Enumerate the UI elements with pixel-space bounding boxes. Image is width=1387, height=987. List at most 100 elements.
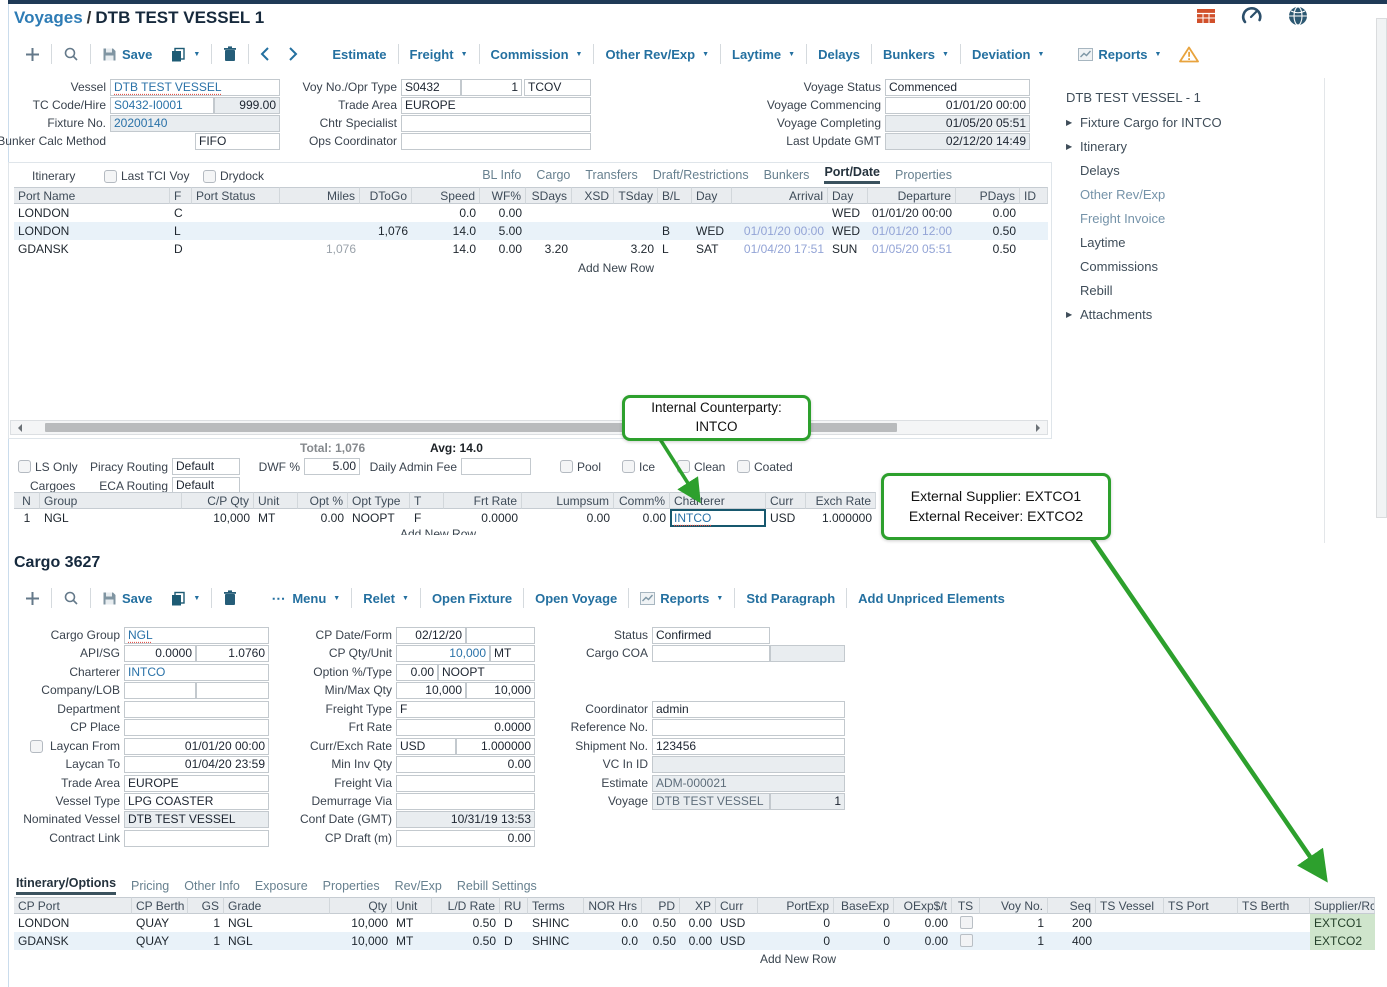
grid-cell-baseexp[interactable]: 0 xyxy=(834,932,894,950)
grid-cell-l-d-rate[interactable]: 0.50 xyxy=(432,932,500,950)
ts-checkbox[interactable] xyxy=(960,934,973,947)
grid-cell-grade[interactable]: NGL xyxy=(224,932,330,950)
annotation-internal-counterparty: Internal Counterparty: INTCO xyxy=(622,395,811,441)
column-header-portexp: PortExp xyxy=(758,897,834,914)
tab-exposure[interactable]: Exposure xyxy=(255,879,308,895)
annotation-text: Internal Counterparty: xyxy=(651,399,782,418)
grid-cell-nor-hrs[interactable]: 0.0 xyxy=(584,914,642,932)
vertical-scrollbar[interactable] xyxy=(1376,18,1387,518)
column-header-nor-hrs: NOR Hrs xyxy=(584,897,642,914)
sidebar-title: DTB TEST VESSEL - 1 xyxy=(1066,90,1222,105)
grid-cell-unit[interactable]: MT xyxy=(392,914,432,932)
grid-cell-gs[interactable]: 1 xyxy=(188,914,224,932)
vc-in-id-field[interactable] xyxy=(652,756,845,773)
sidebar-item-commissions[interactable]: Commissions xyxy=(1066,259,1222,273)
tab-pricing[interactable]: Pricing xyxy=(131,879,169,895)
sidebar-item-other-rev-exp[interactable]: Other Rev/Exp xyxy=(1066,187,1222,201)
tab-itinerary-options[interactable]: Itinerary/Options xyxy=(16,876,116,895)
tab-rebill-settings[interactable]: Rebill Settings xyxy=(457,879,537,895)
voyage-field[interactable]: 1 xyxy=(770,793,845,810)
grid-cell-voy-no[interactable]: 1 xyxy=(980,914,1048,932)
grid-cell-gs[interactable]: 1 xyxy=(188,932,224,950)
grid-cell-unit[interactable]: MT xyxy=(392,932,432,950)
grid-cell-ru[interactable]: D xyxy=(500,914,528,932)
grid-cell-ts-vessel[interactable] xyxy=(1096,932,1164,950)
voyage-label: Voyage xyxy=(428,793,648,810)
sidebar-item-freight-invoice[interactable]: Freight Invoice xyxy=(1066,211,1222,225)
reference-no-label: Reference No. xyxy=(428,719,648,736)
grid-cell-supplier-rcv[interactable]: EXTCO1 xyxy=(1310,914,1375,932)
status-field[interactable]: Confirmed xyxy=(652,627,770,644)
grid-cell-baseexp[interactable]: 0 xyxy=(834,914,894,932)
grid-cell-ts-port[interactable] xyxy=(1164,932,1238,950)
grid-cell-ts-vessel[interactable] xyxy=(1096,914,1164,932)
tab-rev-exp[interactable]: Rev/Exp xyxy=(395,879,442,895)
sidebar-item-rebill[interactable]: Rebill xyxy=(1066,283,1222,297)
grid-cell-portexp[interactable]: 0 xyxy=(758,932,834,950)
sidebar-item-label: Other Rev/Exp xyxy=(1080,187,1165,202)
column-header-ru: RU xyxy=(500,897,528,914)
grid-cell-ts-berth[interactable] xyxy=(1238,914,1310,932)
grid-cell-curr[interactable]: USD xyxy=(716,914,758,932)
voyage-sidebar: DTB TEST VESSEL - 1 ▶Fixture Cargo for IN… xyxy=(1066,90,1222,331)
grid-cell-ru[interactable]: D xyxy=(500,932,528,950)
sidebar-item-label: Commissions xyxy=(1080,259,1158,274)
grid-cell-ts-berth[interactable] xyxy=(1238,932,1310,950)
column-header-gs: GS xyxy=(188,897,224,914)
coordinator-field[interactable]: admin xyxy=(652,701,845,718)
cargo-add-new-row[interactable]: Add New Row xyxy=(760,952,836,966)
grid-cell-supplier-rcv[interactable]: EXTCO2 xyxy=(1310,932,1375,950)
grid-cell-seq[interactable]: 400 xyxy=(1048,932,1096,950)
tab-other-info[interactable]: Other Info xyxy=(184,879,240,895)
grid-cell-l-d-rate[interactable]: 0.50 xyxy=(432,914,500,932)
sidebar-item-attachments[interactable]: ▶Attachments xyxy=(1066,307,1222,321)
grid-cell-curr[interactable]: USD xyxy=(716,932,758,950)
expand-arrow-icon: ▶ xyxy=(1066,310,1074,319)
grid-cell-xp[interactable]: 0.00 xyxy=(680,914,716,932)
grid-cell-portexp[interactable]: 0 xyxy=(758,914,834,932)
grid-cell-qty[interactable]: 10,000 xyxy=(330,932,392,950)
sidebar-item-laytime[interactable]: Laytime xyxy=(1066,235,1222,249)
cargo-tab-bar: Itinerary/Options Pricing Other Info Exposu… xyxy=(16,876,537,895)
grid-cell-ts[interactable] xyxy=(952,914,980,932)
column-header-baseexp: BaseExp xyxy=(834,897,894,914)
cargo-coa-field[interactable] xyxy=(770,645,845,662)
grid-cell-oexp-t[interactable]: 0.00 xyxy=(894,914,952,932)
coordinator-label: Coordinator xyxy=(428,701,648,718)
grid-cell-cp-berth[interactable]: QUAY xyxy=(132,932,188,950)
column-header-terms: Terms xyxy=(528,897,584,914)
ts-checkbox[interactable] xyxy=(960,916,973,929)
grid-cell-terms[interactable]: SHINC xyxy=(528,932,584,950)
sidebar-item-delays[interactable]: Delays xyxy=(1066,163,1222,177)
grid-cell-seq[interactable]: 200 xyxy=(1048,914,1096,932)
grid-cell-qty[interactable]: 10,000 xyxy=(330,914,392,932)
tab-properties[interactable]: Properties xyxy=(323,879,380,895)
grid-cell-pd[interactable]: 0.50 xyxy=(642,914,680,932)
column-header-ts-port: TS Port xyxy=(1164,897,1238,914)
reference-no-field[interactable] xyxy=(652,719,845,736)
voyage-field[interactable]: DTB TEST VESSEL xyxy=(652,793,770,810)
annotation-text: External Supplier: EXTCO1 xyxy=(911,487,1081,507)
grid-cell-terms[interactable]: SHINC xyxy=(528,914,584,932)
estimate-field[interactable]: ADM-000021 xyxy=(652,775,845,792)
grid-cell-cp-port[interactable]: GDANSK xyxy=(14,932,132,950)
grid-cell-oexp-t[interactable]: 0.00 xyxy=(894,932,952,950)
sidebar-item-fixture-cargo-for-intco[interactable]: ▶Fixture Cargo for INTCO xyxy=(1066,115,1222,129)
grid-cell-xp[interactable]: 0.00 xyxy=(680,932,716,950)
cargo-coa-field[interactable] xyxy=(652,645,770,662)
grid-cell-voy-no[interactable]: 1 xyxy=(980,932,1048,950)
grid-cell-grade[interactable]: NGL xyxy=(224,914,330,932)
grid-cell-ts[interactable] xyxy=(952,932,980,950)
expand-arrow-icon: ▶ xyxy=(1066,142,1074,151)
content-divider xyxy=(1324,78,1325,543)
grid-cell-nor-hrs[interactable]: 0.0 xyxy=(584,932,642,950)
grid-cell-ts-port[interactable] xyxy=(1164,914,1238,932)
sidebar-item-itinerary[interactable]: ▶Itinerary xyxy=(1066,139,1222,153)
grid-cell-cp-berth[interactable]: QUAY xyxy=(132,914,188,932)
column-header-l-d-rate: L/D Rate xyxy=(432,897,500,914)
grid-cell-pd[interactable]: 0.50 xyxy=(642,932,680,950)
shipment-no-field[interactable]: 123456 xyxy=(652,738,845,755)
grid-cell-cp-port[interactable]: LONDON xyxy=(14,914,132,932)
voyage-manager-page: Voyages/DTB TEST VESSEL 1 Save ▼ Estimat… xyxy=(0,0,1387,987)
annotation-external-parties: External Supplier: EXTCO1 External Recei… xyxy=(881,473,1111,540)
